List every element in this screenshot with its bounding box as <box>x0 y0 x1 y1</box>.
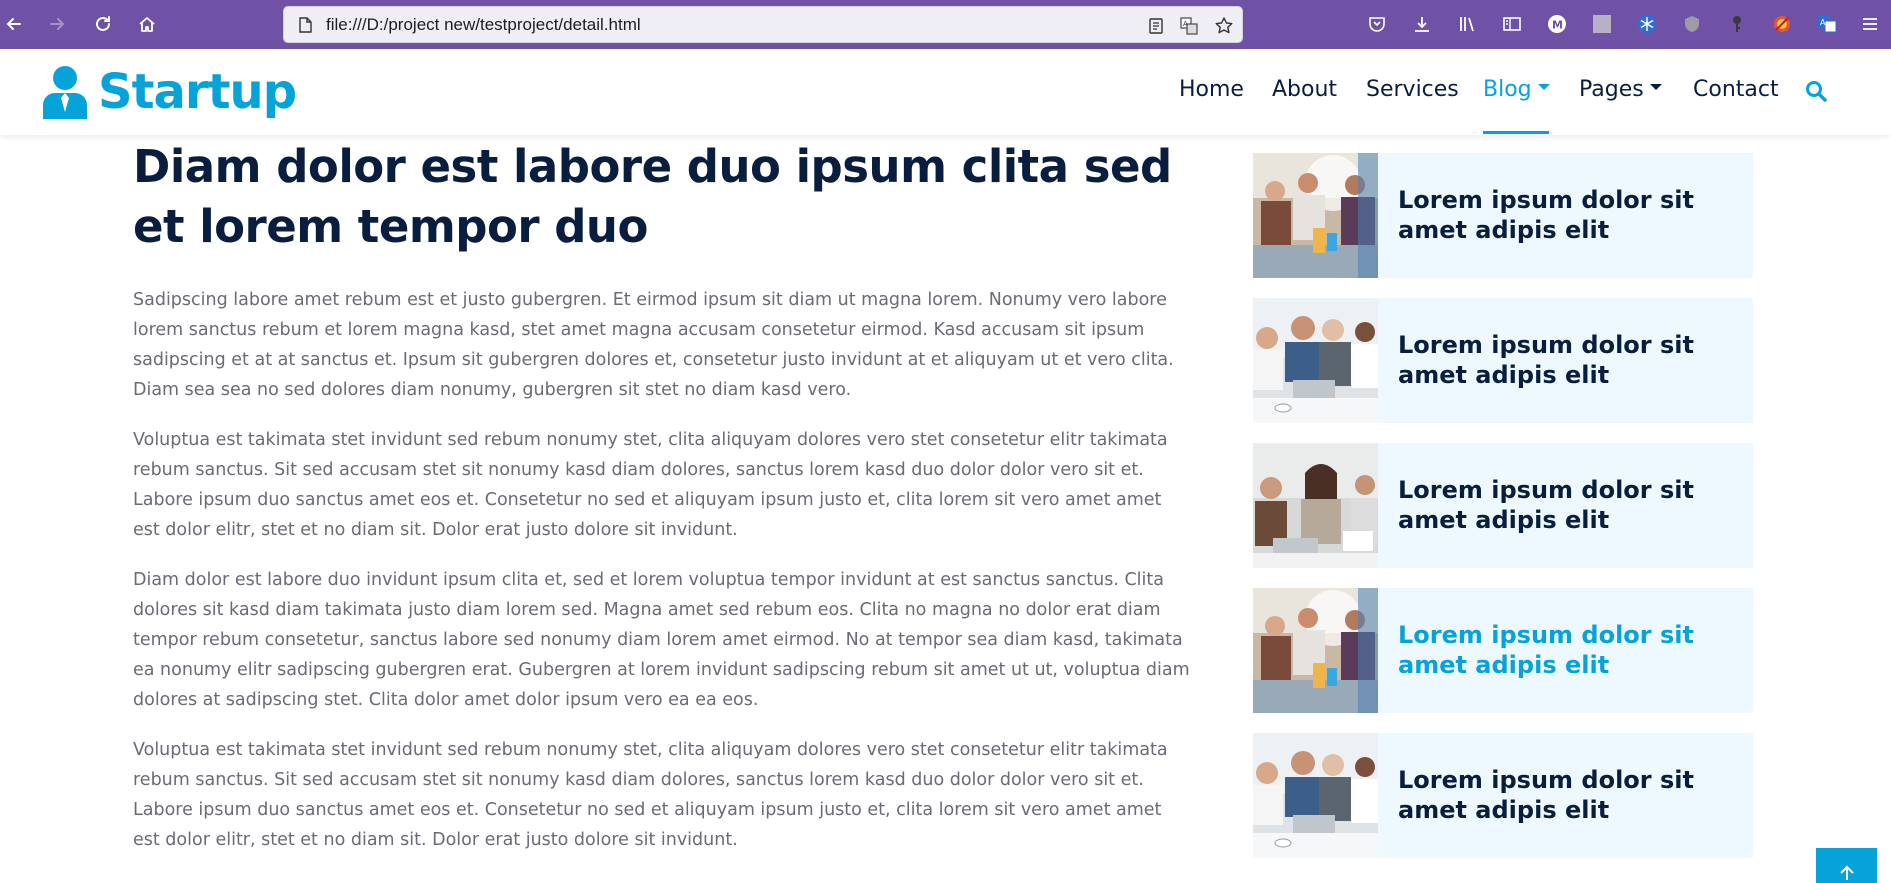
recent-post-item[interactable]: Lorem ipsum dolor sit amet adipis elit <box>1253 733 1753 858</box>
library-icon <box>1460 17 1474 32</box>
recent-post-title[interactable]: Lorem ipsum dolor sit amet adipis elit <box>1398 765 1738 825</box>
recent-post-item[interactable]: Lorem ipsum dolor sit amet adipis elit <box>1253 153 1753 278</box>
extension-gray-button[interactable] <box>1590 12 1614 36</box>
blocker-icon <box>1774 16 1790 32</box>
url-text[interactable]: file:///D:/project new/testproject/detai… <box>326 15 641 35</box>
article-title: Diam dolor est labore duo ipsum clita se… <box>133 140 1172 253</box>
arrow-up-icon <box>1839 865 1854 880</box>
bookmark-star-icon[interactable] <box>1214 16 1234 36</box>
key-icon <box>1733 16 1741 32</box>
meeting-laptop-image <box>1253 298 1378 423</box>
sidebar-icon <box>1503 17 1521 31</box>
extension-blocker-button[interactable] <box>1770 12 1794 36</box>
extension-translate-button[interactable]: A <box>1815 12 1839 36</box>
recent-post-item[interactable]: Lorem ipsum dolor sit amet adipis elit <box>1253 443 1753 568</box>
nav-blog-label: Blog <box>1483 77 1532 102</box>
svg-text:M: M <box>1552 19 1563 32</box>
article-paragraph: Sadipscing labore amet rebum est et just… <box>133 290 1174 400</box>
pocket-button[interactable] <box>1365 12 1389 36</box>
chevron-down-icon <box>1537 84 1550 90</box>
office-woman-image <box>1253 443 1378 568</box>
home-button[interactable] <box>135 12 159 36</box>
nav-about[interactable]: About <box>1272 77 1337 102</box>
snowflake-icon <box>1638 15 1656 33</box>
nav-contact[interactable]: Contact <box>1693 77 1779 102</box>
extension-key-button[interactable] <box>1725 12 1749 36</box>
recent-post-item[interactable]: Lorem ipsum dolor sit amet adipis elit <box>1253 588 1753 713</box>
chevron-down-icon <box>1649 84 1662 90</box>
shield-icon <box>1685 16 1699 32</box>
translate-extension-icon: A <box>1818 16 1837 33</box>
meeting-laptop-image <box>1253 733 1378 858</box>
active-nav-indicator <box>1483 131 1549 134</box>
reload-icon <box>96 16 110 31</box>
article-paragraph: Voluptua est takimata stet invidunt sed … <box>133 430 1168 540</box>
page-icon <box>299 17 312 33</box>
recent-post-item[interactable]: Lorem ipsum dolor sit amet adipis elit <box>1253 298 1753 423</box>
translate-icon[interactable]: A <box>1179 16 1199 36</box>
nav-blog-dropdown[interactable]: Blog <box>1483 77 1550 102</box>
menu-button[interactable] <box>1858 12 1882 36</box>
forward-button[interactable] <box>45 12 69 36</box>
account-m-icon: M <box>1548 15 1566 33</box>
article-paragraph: Diam dolor est labore duo invidunt ipsum… <box>133 570 1190 710</box>
user-tie-icon <box>43 66 87 119</box>
library-button[interactable] <box>1455 12 1479 36</box>
team-standing-image <box>1253 153 1378 278</box>
nav-services[interactable]: Services <box>1366 77 1459 102</box>
extension-shield-button[interactable] <box>1680 12 1704 36</box>
home-icon <box>139 17 155 32</box>
team-standing-image <box>1253 588 1378 713</box>
svg-text:A: A <box>1183 20 1188 28</box>
search-icon[interactable] <box>1804 79 1828 103</box>
article-content: Diam dolor est labore duo ipsum clita se… <box>133 135 1193 850</box>
extension-square-icon <box>1593 15 1611 33</box>
hamburger-menu-icon <box>1863 18 1877 30</box>
svg-text:A: A <box>1820 18 1826 27</box>
site-navbar: Startup Home About Services Blog Pages C… <box>0 49 1891 135</box>
recent-post-title[interactable]: Lorem ipsum dolor sit amet adipis elit <box>1398 475 1738 535</box>
pocket-icon <box>1369 17 1385 32</box>
reader-view-icon[interactable] <box>1146 16 1166 36</box>
nav-pages-dropdown[interactable]: Pages <box>1579 77 1662 102</box>
recent-post-title[interactable]: Lorem ipsum dolor sit amet adipis elit <box>1398 185 1738 245</box>
address-bar[interactable]: file:///D:/project new/testproject/detai… <box>283 6 1243 43</box>
download-icon <box>1415 17 1429 32</box>
back-button[interactable] <box>2 12 26 36</box>
arrow-left-icon <box>6 18 21 30</box>
nav-home[interactable]: Home <box>1179 77 1244 102</box>
downloads-button[interactable] <box>1410 12 1434 36</box>
nav-pages-label: Pages <box>1579 77 1644 102</box>
account-button[interactable]: M <box>1545 12 1569 36</box>
extension-snowflake-button[interactable] <box>1635 12 1659 36</box>
article-paragraph: Voluptua est takimata stet invidunt sed … <box>133 740 1168 850</box>
reload-button[interactable] <box>91 12 115 36</box>
brand-name: Startup <box>98 64 297 120</box>
brand-logo[interactable]: Startup <box>42 64 297 120</box>
recent-post-title[interactable]: Lorem ipsum dolor sit amet adipis elit <box>1398 620 1738 680</box>
recent-post-title[interactable]: Lorem ipsum dolor sit amet adipis elit <box>1398 330 1738 390</box>
sidebar-toggle-button[interactable] <box>1500 12 1524 36</box>
browser-toolbar: file:///D:/project new/testproject/detai… <box>0 0 1891 49</box>
back-to-top-button[interactable] <box>1816 848 1877 883</box>
arrow-right-icon <box>50 18 65 30</box>
